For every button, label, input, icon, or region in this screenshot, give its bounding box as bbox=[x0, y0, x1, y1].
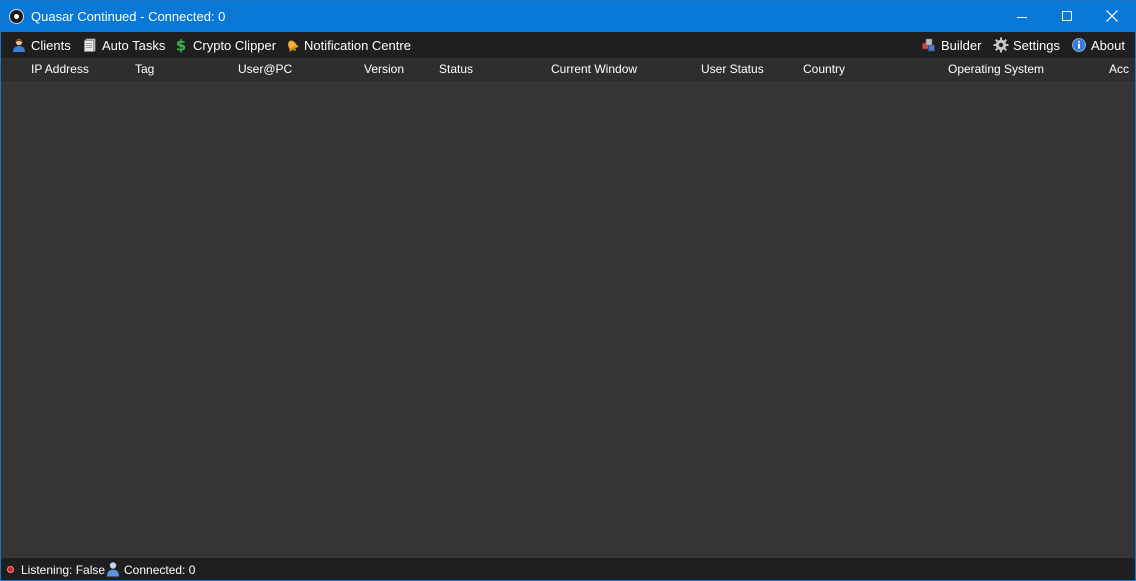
menu-about-label: About bbox=[1091, 37, 1125, 53]
menu-auto-tasks-label: Auto Tasks bbox=[102, 37, 166, 53]
column-header-user-pc[interactable]: User@PC bbox=[238, 62, 292, 76]
title-bar[interactable]: Quasar Continued - Connected: 0 bbox=[1, 1, 1135, 32]
clients-table: IP Address Tag User@PC Version Status Cu… bbox=[1, 58, 1135, 556]
column-header-ip-address[interactable]: IP Address bbox=[31, 62, 89, 76]
builder-icon bbox=[922, 38, 935, 52]
menu-auto-tasks[interactable]: Auto Tasks bbox=[82, 32, 165, 58]
document-icon bbox=[84, 38, 96, 52]
close-icon bbox=[1106, 10, 1118, 22]
listening-status: Listening: False bbox=[21, 563, 106, 577]
menu-notification-centre[interactable]: Notification Centre bbox=[284, 32, 411, 58]
minimize-button[interactable] bbox=[999, 1, 1045, 32]
window-title: Quasar Continued - Connected: 0 bbox=[31, 9, 226, 24]
column-header-status[interactable]: Status bbox=[439, 62, 473, 76]
column-header-tag[interactable]: Tag bbox=[135, 62, 154, 76]
main-window: Quasar Continued - Connected: 0 Clients bbox=[0, 0, 1136, 581]
menu-settings-label: Settings bbox=[1013, 37, 1060, 53]
connected-count: Connected: 0 bbox=[124, 563, 196, 577]
maximize-button[interactable] bbox=[1044, 1, 1090, 32]
column-header-country[interactable]: Country bbox=[803, 62, 845, 76]
table-body[interactable] bbox=[1, 83, 1135, 556]
close-button[interactable] bbox=[1089, 1, 1135, 32]
column-header-current-window[interactable]: Current Window bbox=[551, 62, 637, 76]
dollar-icon: $ bbox=[176, 37, 186, 53]
menu-clients-label: Clients bbox=[31, 37, 71, 53]
svg-text:$: $ bbox=[176, 37, 186, 53]
app-logo-icon bbox=[9, 9, 24, 24]
bell-icon bbox=[287, 40, 299, 52]
connected-user-icon bbox=[107, 562, 119, 577]
menu-crypto-clipper[interactable]: $ Crypto Clipper bbox=[173, 32, 276, 58]
status-bar: Listening: False Connected: 0 bbox=[1, 557, 1135, 580]
menu-about[interactable]: About bbox=[1071, 32, 1125, 58]
column-header-operating-system[interactable]: Operating System bbox=[948, 62, 1044, 76]
menu-notification-centre-label: Notification Centre bbox=[304, 37, 411, 53]
column-header-user-status[interactable]: User Status bbox=[701, 62, 764, 76]
maximize-icon bbox=[1062, 11, 1072, 21]
info-icon bbox=[1072, 38, 1086, 52]
column-header-account[interactable]: Acc bbox=[1109, 62, 1133, 76]
menu-clients[interactable]: Clients bbox=[11, 32, 71, 58]
menu-settings[interactable]: Settings bbox=[993, 32, 1060, 58]
column-header-version[interactable]: Version bbox=[364, 62, 404, 76]
user-icon bbox=[13, 38, 25, 52]
menu-builder[interactable]: Builder bbox=[921, 32, 981, 58]
minimize-icon bbox=[1017, 17, 1027, 18]
table-header: IP Address Tag User@PC Version Status Cu… bbox=[1, 58, 1135, 82]
listening-indicator-icon bbox=[7, 566, 14, 573]
menu-builder-label: Builder bbox=[941, 37, 982, 53]
menu-crypto-clipper-label: Crypto Clipper bbox=[193, 37, 277, 53]
menu-bar: Clients Auto Tasks $ Crypto Clipper Noti… bbox=[1, 32, 1135, 58]
gear-icon bbox=[993, 37, 1009, 53]
